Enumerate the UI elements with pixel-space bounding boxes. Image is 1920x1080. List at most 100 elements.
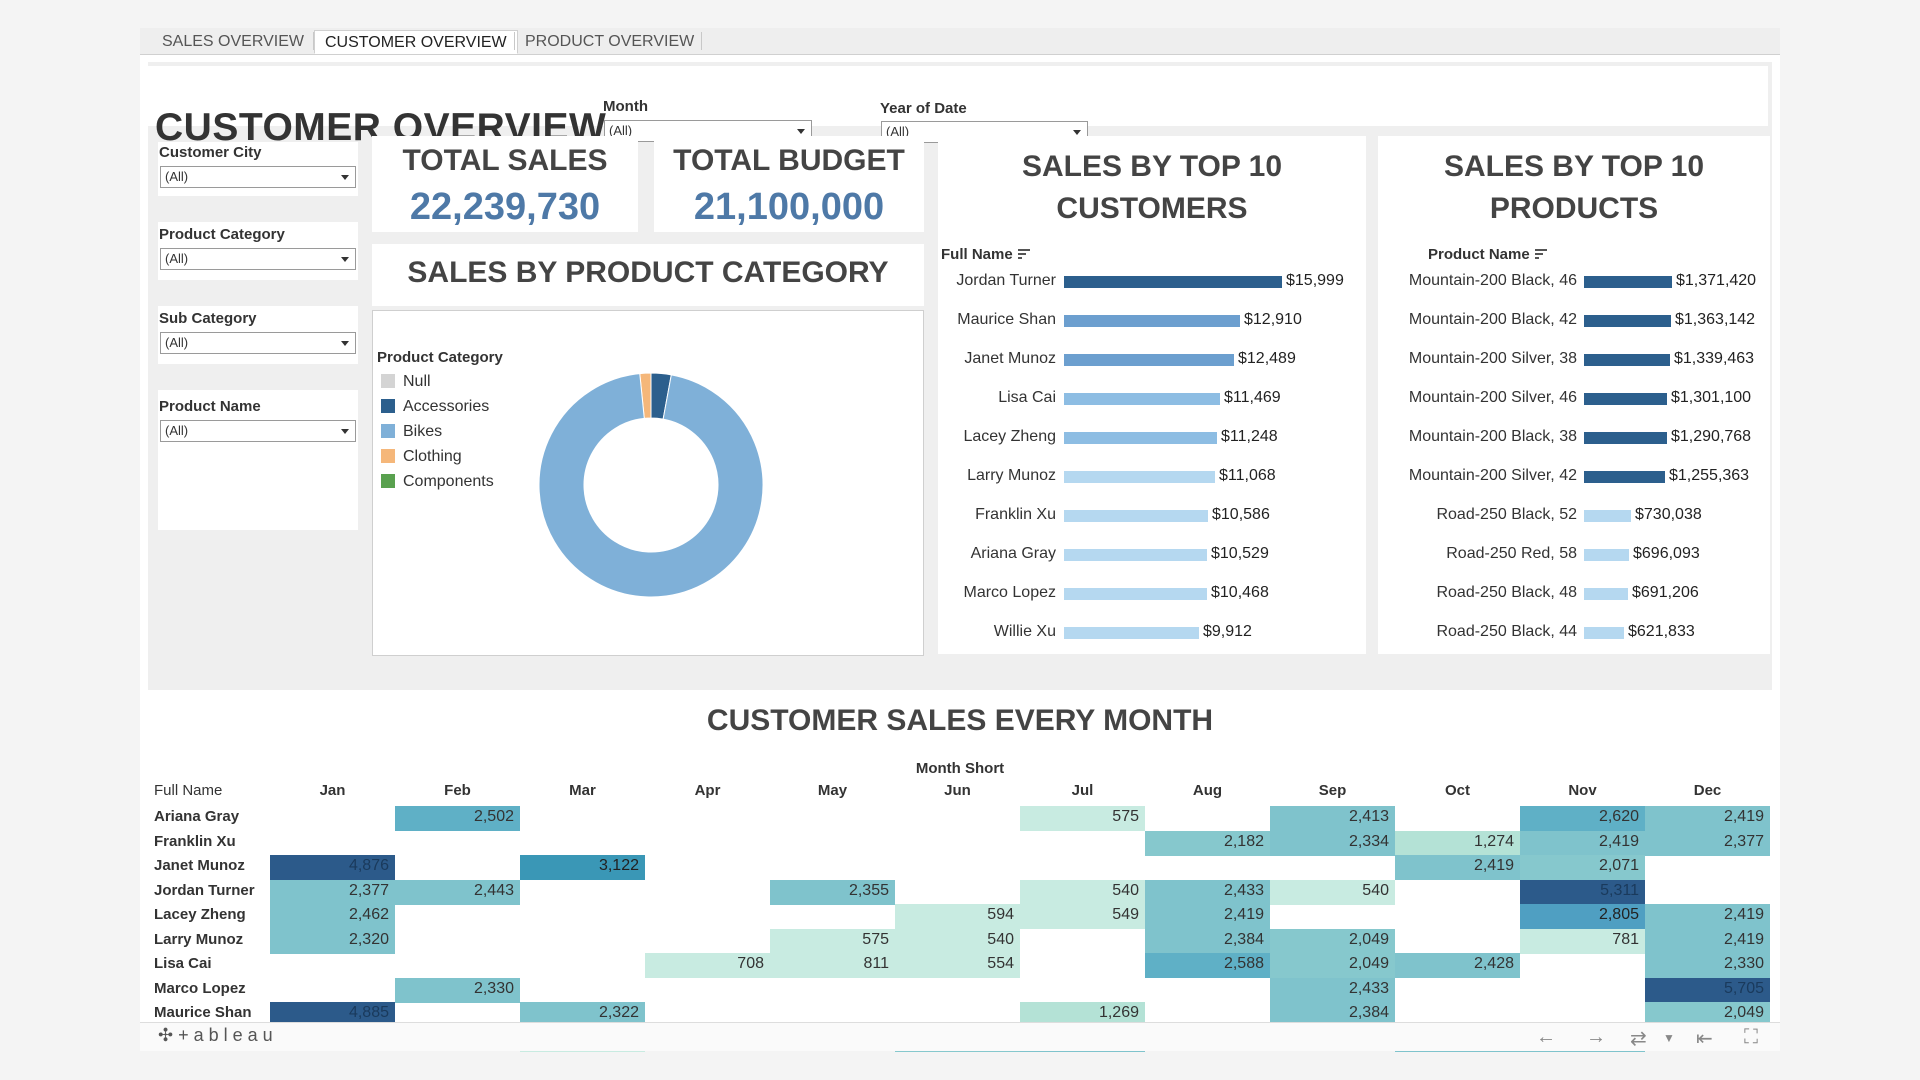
heatmap-cell[interactable]: 2,413 <box>1270 806 1395 831</box>
heatmap-cell[interactable]: 781 <box>1520 928 1645 954</box>
product-category-dropdown[interactable]: (All) <box>160 248 356 270</box>
heatmap-cell[interactable]: 2,320 <box>270 928 395 954</box>
reset-icon[interactable]: ⇤ <box>1696 1026 1713 1051</box>
heatmap-cell[interactable]: 575 <box>770 928 895 954</box>
heatmap-cell[interactable]: 2,182 <box>1145 830 1270 856</box>
heatmap-cell[interactable]: 2,419 <box>1645 928 1770 954</box>
legend-item-accessories[interactable]: Accessories <box>381 398 489 416</box>
tableau-footer: ✣+ableau ← → ⇄ ▼ ⇤ ⛶ <box>140 1022 1780 1051</box>
heatmap-cell[interactable]: 2,805 <box>1520 904 1645 929</box>
tableau-logo[interactable]: ✣+ableau <box>158 1025 278 1046</box>
heatmap-cell[interactable]: 540 <box>1020 879 1145 905</box>
legend-item-null[interactable]: Null <box>381 373 431 391</box>
product-bar[interactable] <box>1584 588 1628 600</box>
heatmap-cell[interactable]: 1,274 <box>1395 830 1520 856</box>
heatmap-cell[interactable]: 2,071 <box>1520 855 1645 880</box>
heatmap-cell[interactable]: 540 <box>895 928 1020 954</box>
heatmap-title: CUSTOMER SALES EVERY MONTH <box>706 704 1214 737</box>
product-name-label: Mountain-200 Black, 42 <box>1408 311 1577 328</box>
heatmap-cell[interactable]: 5,705 <box>1645 977 1770 1003</box>
customer-city-dropdown[interactable]: (All) <box>160 166 356 188</box>
heatmap-cell[interactable]: 2,377 <box>1645 830 1770 856</box>
top-customers-panel: SALES BY TOP 10 CUSTOMERS Full Name Jord… <box>938 136 1366 654</box>
heatmap-cell[interactable]: 2,049 <box>1270 928 1395 954</box>
heatmap-cell[interactable]: 811 <box>770 953 895 978</box>
customer-bar[interactable] <box>1064 315 1240 327</box>
product-bar[interactable] <box>1584 276 1672 288</box>
fullscreen-icon[interactable]: ⛶ <box>1744 1026 1758 1049</box>
heatmap-cell[interactable]: 2,419 <box>1520 830 1645 856</box>
product-bar[interactable] <box>1584 393 1667 405</box>
heatmap-cell[interactable]: 2,419 <box>1645 904 1770 929</box>
heatmap-cell[interactable]: 2,330 <box>395 977 520 1003</box>
heatmap-cell[interactable]: 2,428 <box>1395 953 1520 978</box>
heatmap-cell[interactable]: 2,433 <box>1145 879 1270 905</box>
heatmap-cell[interactable]: 2,049 <box>1270 953 1395 978</box>
customer-bar[interactable] <box>1064 393 1220 405</box>
legend-item-components[interactable]: Components <box>381 473 494 491</box>
month-column-header: Feb <box>444 782 471 799</box>
heatmap-cell[interactable]: 2,419 <box>1395 855 1520 880</box>
heatmap-cell[interactable]: 2,334 <box>1270 830 1395 856</box>
heatmap-cell[interactable]: 5,311 <box>1520 879 1645 905</box>
month-column-header: Jun <box>944 782 971 799</box>
heatmap-cell[interactable]: 554 <box>895 953 1020 978</box>
heatmap-cell[interactable]: 2,419 <box>1145 904 1270 929</box>
heatmap-cell[interactable]: 2,462 <box>270 904 395 929</box>
heatmap-cell[interactable]: 2,433 <box>1270 977 1395 1003</box>
legend-item-clothing[interactable]: Clothing <box>381 448 462 466</box>
heatmap-cell[interactable]: 2,502 <box>395 806 520 831</box>
legend-label: Null <box>403 373 431 390</box>
heatmap-cell[interactable]: 594 <box>895 904 1020 929</box>
heatmap-cell[interactable]: 3,122 <box>520 855 645 880</box>
full-name-row-header: Full Name <box>154 782 223 799</box>
product-name-header[interactable]: Product Name <box>1428 246 1547 263</box>
heatmap-cell[interactable]: 540 <box>1270 879 1395 905</box>
product-name-label: Mountain-200 Silver, 38 <box>1408 350 1577 367</box>
product-bar[interactable] <box>1584 354 1670 366</box>
revert-icon[interactable]: ⇄ <box>1630 1026 1647 1051</box>
customer-bar[interactable] <box>1064 510 1208 522</box>
customer-bar[interactable] <box>1064 588 1207 600</box>
customer-bar[interactable] <box>1064 354 1234 366</box>
customer-value-label: $15,999 <box>1286 272 1344 289</box>
heatmap-cell[interactable]: 2,377 <box>270 879 395 905</box>
heatmap-cell[interactable]: 2,620 <box>1520 806 1645 831</box>
heatmap-cell[interactable]: 2,355 <box>770 879 895 905</box>
heatmap-cell[interactable]: 4,876 <box>270 855 395 880</box>
legend-item-bikes[interactable]: Bikes <box>381 423 442 441</box>
heatmap-cell[interactable]: 708 <box>645 953 770 978</box>
product-bar[interactable] <box>1584 432 1667 444</box>
customer-bar[interactable] <box>1064 471 1215 483</box>
customer-bar[interactable] <box>1064 432 1217 444</box>
heatmap-cell[interactable]: 2,330 <box>1645 953 1770 978</box>
product-bar[interactable] <box>1584 315 1671 327</box>
tab-product-overview[interactable]: PRODUCT OVERVIEW <box>515 30 704 54</box>
customer-city-label: Customer City <box>159 144 262 161</box>
customer-bar[interactable] <box>1064 549 1207 561</box>
tab-customer-overview[interactable]: CUSTOMER OVERVIEW <box>314 30 518 54</box>
heatmap-cell[interactable]: 2,588 <box>1145 953 1270 978</box>
undo-icon[interactable]: ← <box>1536 1026 1556 1049</box>
heatmap-cell[interactable]: 549 <box>1020 904 1145 929</box>
heatmap-cell[interactable]: 575 <box>1020 806 1145 831</box>
heatmap-cell[interactable]: 2,384 <box>1145 928 1270 954</box>
chevron-down-icon[interactable]: ▼ <box>1663 1031 1675 1045</box>
tab-sales-overview[interactable]: SALES OVERVIEW <box>152 30 314 54</box>
product-bar[interactable] <box>1584 510 1631 522</box>
product-name-dropdown[interactable]: (All) <box>160 420 356 442</box>
product-bar[interactable] <box>1584 549 1629 561</box>
customers-title-line2: CUSTOMERS <box>1056 192 1248 225</box>
category-legend-title: Product Category <box>377 349 503 366</box>
product-bar[interactable] <box>1584 627 1624 639</box>
product-value-label: $1,290,768 <box>1671 428 1752 445</box>
heatmap-cell[interactable]: 2,419 <box>1645 806 1770 831</box>
product-value-label: $730,038 <box>1635 506 1702 523</box>
customer-bar[interactable] <box>1064 276 1282 288</box>
redo-icon[interactable]: → <box>1586 1026 1606 1049</box>
full-name-header[interactable]: Full Name <box>941 246 1030 263</box>
customer-bar[interactable] <box>1064 627 1199 639</box>
heatmap-cell[interactable]: 2,443 <box>395 879 520 905</box>
sub-category-dropdown[interactable]: (All) <box>160 332 356 354</box>
product-bar[interactable] <box>1584 471 1665 483</box>
